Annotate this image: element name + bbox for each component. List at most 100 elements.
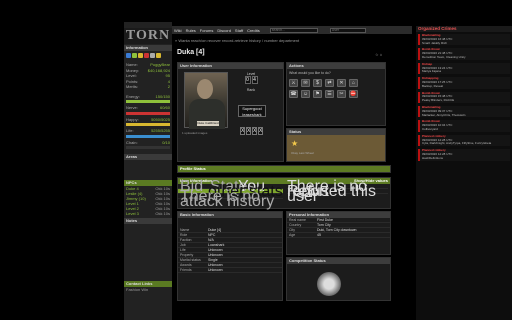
bar-row: Life: 5255/5255 — [126, 128, 170, 134]
bar-label: Happy: — [126, 116, 139, 122]
basic-info-value: Duke [4] — [208, 228, 222, 232]
crime-entry[interactable]: Bomb threat 09/03/2020 10:04 UTC Collivery… — [418, 120, 510, 132]
action-button-icon[interactable]: ☎ — [289, 90, 298, 98]
actions-panel: Actions What would you like to do? ⚔ ✉ $ ⇄ ✕… — [286, 62, 386, 126]
nav-link-discord[interactable]: Discord — [217, 28, 231, 33]
page-title: Duka [4] — [177, 49, 205, 56]
status-icon-yellow[interactable] — [138, 53, 143, 58]
areas-heading[interactable]: Areas — [124, 154, 172, 160]
bar-row: Happy: 5050/5025 — [126, 117, 170, 123]
action-button-icon[interactable]: ⌂ — [349, 79, 358, 87]
bar-label: Nerve: — [126, 105, 138, 110]
status-icon-yellow-2[interactable] — [156, 53, 161, 58]
bar-value: 60/60 — [159, 105, 170, 110]
action-button-icon[interactable]: $ — [313, 79, 322, 87]
basic-info-label: Name — [180, 228, 190, 232]
organized-crimes-list: Blackmailing 09/03/2020 16:48 UTC Small: J… — [416, 33, 512, 161]
npc-name: Level 3 — [126, 211, 139, 216]
basic-info-value: N/A — [208, 238, 214, 242]
basic-information-heading: Basic Information — [178, 212, 282, 218]
status-icon-red[interactable] — [144, 53, 149, 58]
user-search-input[interactable]: User — [329, 27, 366, 33]
nav-link-credits[interactable]: Credits — [247, 28, 260, 33]
nav-link-wiki[interactable]: Wiki — [174, 28, 182, 33]
basic-info-value: Single — [208, 258, 218, 262]
personal-info-label: City — [289, 228, 296, 232]
x-box: X — [258, 127, 263, 135]
search-input[interactable]: search... — [269, 27, 318, 33]
crime-entry[interactable]: Bomb threat 09/03/2020 21:48 UTC Demolitio… — [418, 48, 510, 60]
personal-info-label: Country — [289, 223, 302, 227]
progress-bar — [126, 134, 170, 138]
progress-fill — [126, 111, 170, 115]
crime-participants: Cyla, DarkKnight, AndyTyrpa, Fifty9ine, … — [422, 141, 492, 146]
nav-link-rules[interactable]: Rules — [186, 28, 196, 33]
photo-head — [197, 79, 213, 99]
user-information-panel: User Information Duke Caldbriest 1 uploa… — [177, 62, 284, 162]
profile-status-bar[interactable]: Profile Status — [177, 165, 391, 173]
nav-link-staff[interactable]: Staff — [235, 28, 243, 33]
basic-info-label: Role — [180, 233, 188, 237]
basic-info-value: NPC — [208, 233, 216, 237]
action-button-icon[interactable]: ⚔ — [289, 79, 298, 87]
player-bars: Energy: 150/150 Nerve: 60/60 Happy: 5050/5025… — [124, 92, 172, 154]
crime-entry[interactable]: Planned robbery 09/03/2020 12:28 UTC HashD… — [418, 148, 510, 161]
notes-heading[interactable]: Notes — [124, 218, 172, 224]
action-button-icon[interactable]: ☰ — [325, 90, 334, 98]
level-digits: 04 — [241, 76, 261, 84]
status-icon-blue[interactable] — [126, 53, 131, 58]
action-button-icon[interactable]: ✕ — [337, 79, 346, 87]
action-button-icon[interactable]: ☺ — [301, 90, 310, 98]
basic-info-row: Friends Unknown — [178, 268, 282, 273]
report-row-2[interactable]: Refused this user — [287, 184, 388, 205]
crime-entry[interactable]: Kidnapping 09/03/2020 17:25 UTC Backup, Re… — [418, 76, 510, 89]
basic-info-label: Life — [180, 248, 186, 252]
bar-value: 5255/5255 — [151, 128, 170, 133]
crime-participants: Colliveryard — [422, 126, 438, 131]
stat-label: Merits: — [126, 84, 138, 89]
action-button-icon[interactable]: ⇄ — [325, 79, 334, 87]
personal-info-value: First Duke — [317, 218, 333, 222]
status-panel: Status ★ Okay Last Wheel — [286, 128, 386, 162]
action-button-icon[interactable]: ⚑ — [313, 90, 322, 98]
progress-bar — [126, 146, 170, 149]
crime-participants: Marlya Fajana — [422, 69, 442, 74]
uploaded-images-text[interactable]: 1 uploaded images — [182, 131, 207, 135]
personal-info-value: Duki, Torn City downtown — [317, 228, 357, 232]
status-icon-green[interactable] — [132, 53, 137, 58]
stat-value: 2 — [167, 84, 170, 89]
status-icon-grey[interactable] — [150, 53, 155, 58]
crime-entry[interactable]: Planned robbery 09/03/2020 12:28 UTC Cyla,… — [418, 134, 510, 147]
contact-link-item[interactable]: Fashion Win — [124, 287, 172, 292]
top-navigation-bar: Wiki Rules Forums Discord Staff Credits searc… — [172, 26, 412, 34]
crime-entry[interactable]: Blackmailing 09/03/2020 16:48 UTC Small: J… — [418, 33, 510, 46]
bar-label: Energy: — [126, 93, 140, 99]
torn-logo[interactable]: TORN — [124, 28, 172, 44]
personal-information-panel: Personal Information Real name First Duke… — [286, 211, 391, 255]
action-button-icon[interactable]: ⛔ — [349, 90, 358, 98]
personal-info-label: Real name — [289, 218, 306, 222]
crime-entry[interactable]: Bomb threat 09/03/2020 15:48 UTC Peaky Bli… — [418, 91, 510, 103]
action-button-icon[interactable]: ✉ — [301, 79, 310, 87]
crime-entry[interactable]: Kidnap 09/03/2020 13:24 UTC Marlya Fajana — [418, 62, 510, 75]
x-box: X — [240, 127, 245, 135]
action-button-icon[interactable]: ✂ — [337, 90, 346, 98]
actions-question: What would you like to do? — [289, 71, 331, 75]
crime-participants: Marlacker, AlmyChris, TheAutoln — [422, 112, 466, 117]
bookmark-icon[interactable]: ☆ ⌂ — [375, 52, 382, 57]
basic-info-value: Unknown — [208, 253, 223, 257]
profile-photo[interactable]: Duke Caldbriest — [184, 72, 228, 129]
bar-label: Chain: — [126, 139, 138, 145]
nav-link-forums[interactable]: Forums — [200, 28, 214, 33]
basic-info-label: Job — [180, 243, 186, 247]
crime-entry[interactable]: Blackmailing 09/03/2020 09:37 UTC Marlacke… — [418, 105, 510, 118]
crime-participants: Peaky Blinders, RACCE — [422, 98, 455, 103]
profile-status-heading: Profile Status — [178, 166, 390, 172]
npc-list-item[interactable]: Level 3 Okk 10s — [124, 211, 172, 216]
competition-status-panel: Competition Status — [286, 257, 391, 301]
bar-value: 5050/5025 — [151, 116, 170, 122]
bar-row: Chain: 0/10 — [126, 140, 170, 146]
user-information-section: User Information Show/Hide values Bid St… — [177, 177, 391, 210]
personal-information-table: Real name First Duke Country Torn City City D… — [287, 218, 390, 238]
status-icons — [124, 51, 172, 60]
